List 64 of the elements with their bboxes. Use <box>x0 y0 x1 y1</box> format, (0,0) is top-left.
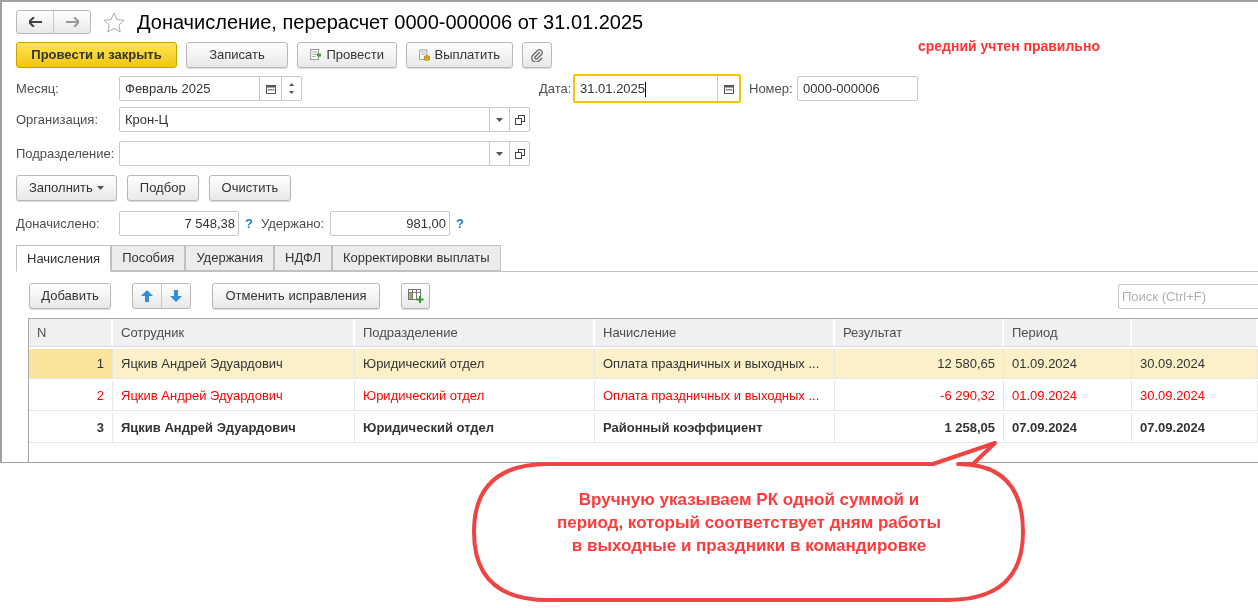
open-icon[interactable] <box>514 114 525 125</box>
open-icon[interactable] <box>514 148 525 159</box>
caret-icon <box>496 151 503 156</box>
table-settings-button[interactable] <box>401 283 430 309</box>
help-link[interactable]: ? <box>455 213 464 234</box>
column-header[interactable]: Сотрудник <box>113 319 355 346</box>
spin-up-icon[interactable] <box>289 83 294 86</box>
field-label: Номер: <box>749 79 794 98</box>
table-row[interactable]: 3 Яцкив Андрей Эдуардович Юридический отдел Районный коэффициент 1 258,05 07.09.2024 07.09.2024 <box>29 413 1258 443</box>
table-plus-icon <box>407 289 424 303</box>
callout-text: Вручную указываем РК одной суммой и период, который соответствует дням работы в выходные и праздники в командировке <box>556 489 942 557</box>
column-header[interactable]: N <box>29 319 113 346</box>
tab[interactable]: Корректировки выплаты <box>331 245 501 271</box>
window-title: Доначисление, перерасчет 0000-000006 от 31.01.2025 <box>137 10 644 35</box>
post-button[interactable]: Провести <box>297 42 397 68</box>
forward-arrow-icon <box>65 17 79 27</box>
help-link[interactable]: ? <box>245 213 253 234</box>
back-arrow-icon <box>28 17 42 27</box>
spin-down-icon[interactable] <box>289 91 294 94</box>
column-header[interactable]: Подразделение <box>355 319 595 346</box>
caret-icon <box>496 117 503 122</box>
field-label: Месяц: <box>16 79 60 98</box>
fill-button[interactable]: Подбор <box>126 175 199 201</box>
undo-corrections-button[interactable]: Отменить исправления <box>212 283 380 309</box>
fill-button[interactable]: Очистить <box>208 175 292 201</box>
add-button[interactable]: Добавить <box>29 283 111 309</box>
amount-field: 981,00 <box>329 211 450 236</box>
attach-button[interactable] <box>522 42 552 68</box>
field-label: Доначислено: <box>16 214 101 233</box>
save-button[interactable]: Записать <box>186 42 288 68</box>
tab[interactable]: НДФЛ <box>274 245 332 271</box>
search-field[interactable]: Поиск (Ctrl+F) <box>1118 283 1258 309</box>
amount-field: 7 548,38 <box>119 211 239 236</box>
table-row[interactable]: 1 Яцкив Андрей Эдуардович Юридический отдел Оплата праздничных и выходных ... 12 580,65 01.09.2024 30.09.2024 <box>29 349 1258 379</box>
pay-button[interactable]: Выплатить <box>406 42 513 68</box>
annotation-note: средний учтен правильно <box>918 37 1100 56</box>
department-field[interactable] <box>119 141 530 166</box>
column-header[interactable]: Период <box>1004 319 1132 346</box>
field-label: Дата: <box>539 79 573 98</box>
caret-icon <box>96 186 104 190</box>
document-coins-icon <box>419 47 431 63</box>
organization-field[interactable]: Крон-Ц <box>119 107 530 132</box>
month-field[interactable]: Февраль 2025 <box>119 76 302 101</box>
down-arrow-icon <box>170 290 182 302</box>
table-cell: 1 <box>29 349 113 378</box>
paperclip-icon <box>531 48 543 62</box>
field-label: Удержано: <box>260 214 326 233</box>
fill-button[interactable]: Заполнить <box>16 175 117 201</box>
star-icon[interactable] <box>103 11 125 33</box>
calendar-icon[interactable] <box>265 83 276 94</box>
table-row[interactable]: 2 Яцкив Андрей Эдуардович Юридический отдел Оплата праздничных и выходных ... -6 290,32 01.09.2024 30.09.2024 <box>29 381 1258 411</box>
tab[interactable]: Пособия <box>111 245 186 271</box>
column-header[interactable]: Результат <box>835 319 1004 346</box>
field-label: Подразделение: <box>16 144 116 163</box>
field-label: Организация: <box>16 110 100 129</box>
document-arrow-icon <box>310 47 323 63</box>
date-field[interactable]: 31.01.2025 <box>573 74 741 103</box>
calendar-icon[interactable] <box>723 83 734 94</box>
column-header[interactable]: Начисление <box>595 319 835 346</box>
tab[interactable]: Удержания <box>185 245 275 271</box>
number-field[interactable]: 0000-000006 <box>797 76 918 101</box>
post-and-close-button[interactable]: Провести и закрыть <box>16 42 177 68</box>
tab[interactable]: Начисления <box>16 245 112 272</box>
up-arrow-icon <box>141 290 153 302</box>
